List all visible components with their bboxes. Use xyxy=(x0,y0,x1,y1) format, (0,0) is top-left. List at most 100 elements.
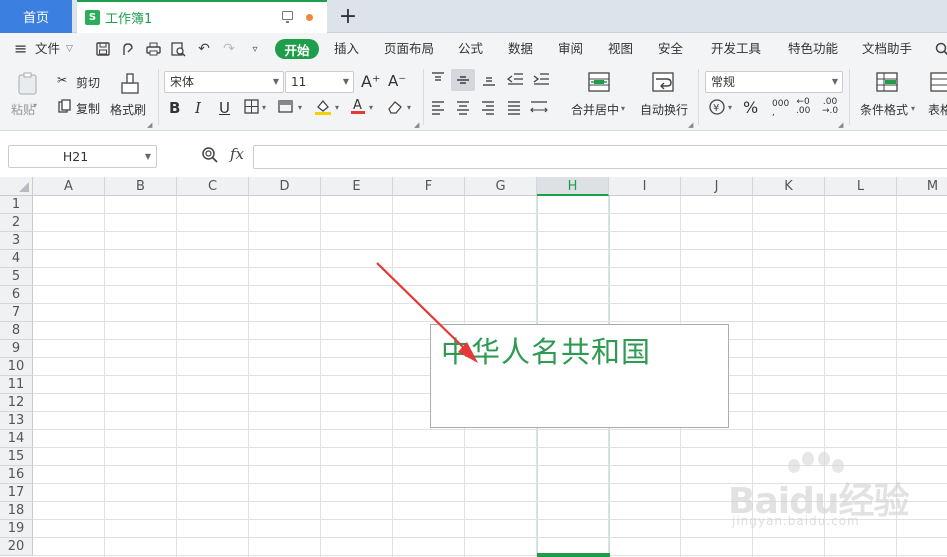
cut-button[interactable]: 剪切 xyxy=(76,74,100,91)
merge-center-chevron-icon[interactable]: ▾ xyxy=(621,104,625,113)
tab-developer[interactable]: 开发工具 xyxy=(711,33,761,65)
column-header-b[interactable]: B xyxy=(105,177,177,196)
document-tab[interactable]: S 工作簿1 xyxy=(77,0,327,33)
column-header-h[interactable]: H xyxy=(537,177,609,196)
column-header-g[interactable]: G xyxy=(465,177,537,196)
row-header-20[interactable]: 20 xyxy=(0,538,33,556)
row-header-16[interactable]: 16 xyxy=(0,466,33,484)
chevron-down-icon[interactable]: ▽ xyxy=(66,33,73,65)
cell-style-icon[interactable] xyxy=(278,99,294,114)
align-center-icon[interactable] xyxy=(455,99,471,115)
increase-decimal-icon[interactable]: ←0.00 xyxy=(796,98,810,116)
tab-insert[interactable]: 插入 xyxy=(334,33,359,65)
row-header-17[interactable]: 17 xyxy=(0,484,33,502)
tab-security[interactable]: 安全 xyxy=(658,33,683,65)
monitor-icon[interactable] xyxy=(282,11,293,23)
increase-indent-icon[interactable] xyxy=(533,71,550,87)
tab-start[interactable]: 开始 xyxy=(275,39,319,59)
clipboard-dialog-launcher-icon[interactable]: ◢ xyxy=(147,121,152,129)
new-tab-button[interactable]: + xyxy=(336,2,360,30)
tab-document-assistant[interactable]: 文档助手 xyxy=(862,33,912,65)
row-header-18[interactable]: 18 xyxy=(0,502,33,520)
fill-color-icon[interactable] xyxy=(314,98,332,116)
column-header-c[interactable]: C xyxy=(177,177,249,196)
paste-label[interactable]: 粘贴 xyxy=(11,101,35,118)
row-header-9[interactable]: 9 xyxy=(0,340,33,358)
alignment-dialog-launcher-icon[interactable]: ◢ xyxy=(688,121,693,129)
clear-format-icon[interactable] xyxy=(387,99,403,114)
thousands-separator-icon[interactable]: 000, xyxy=(772,100,789,118)
increase-font-size-button[interactable]: A⁺ xyxy=(361,72,380,91)
fill-color-chevron-icon[interactable]: ▾ xyxy=(335,103,339,112)
print-preview-icon[interactable] xyxy=(170,40,186,58)
row-header-5[interactable]: 5 xyxy=(0,268,33,286)
font-dialog-launcher-icon[interactable]: ◢ xyxy=(414,121,419,129)
file-menu[interactable]: 文件 xyxy=(35,33,60,65)
borders-chevron-icon[interactable]: ▾ xyxy=(262,103,266,112)
justify-icon[interactable] xyxy=(506,99,522,115)
font-name-select[interactable]: 宋体 ▼ xyxy=(164,71,284,93)
underline-button[interactable]: U xyxy=(219,99,230,117)
currency-icon[interactable]: ¥ xyxy=(709,99,725,115)
distributed-align-icon[interactable] xyxy=(530,99,548,115)
number-dialog-launcher-icon[interactable]: ◢ xyxy=(838,121,843,129)
formula-input[interactable] xyxy=(253,145,947,169)
zoom-formula-icon[interactable] xyxy=(201,146,219,164)
row-header-7[interactable]: 7 xyxy=(0,304,33,322)
merge-center-button[interactable]: 合并居中 xyxy=(571,101,619,118)
tab-data[interactable]: 数据 xyxy=(508,33,533,65)
column-header-k[interactable]: K xyxy=(753,177,825,196)
insert-function-button[interactable]: fx xyxy=(230,145,244,163)
currency-chevron-icon[interactable]: ▾ xyxy=(728,103,732,112)
column-header-f[interactable]: F xyxy=(393,177,465,196)
conditional-format-chevron-icon[interactable]: ▾ xyxy=(911,104,915,113)
text-box[interactable]: 中华人名共和国 xyxy=(430,324,729,428)
italic-button[interactable]: I xyxy=(195,99,201,117)
row-header-2[interactable]: 2 xyxy=(0,214,33,232)
format-painter-button[interactable]: 格式刷 xyxy=(110,101,146,118)
row-header-15[interactable]: 15 xyxy=(0,448,33,466)
row-header-6[interactable]: 6 xyxy=(0,286,33,304)
font-color-icon[interactable]: A xyxy=(350,97,366,115)
decrease-decimal-icon[interactable]: .00 →.0 xyxy=(822,98,838,116)
align-right-icon[interactable] xyxy=(480,99,496,115)
conditional-format-button[interactable]: 条件格式 xyxy=(860,101,908,118)
print-icon[interactable] xyxy=(145,40,161,58)
column-header-a[interactable]: A xyxy=(33,177,105,196)
row-header-10[interactable]: 10 xyxy=(0,358,33,376)
column-header-e[interactable]: E xyxy=(321,177,393,196)
paste-icon[interactable] xyxy=(17,72,39,95)
column-header-d[interactable]: D xyxy=(249,177,321,196)
column-header-m[interactable]: M xyxy=(897,177,947,196)
align-top-icon[interactable] xyxy=(430,71,446,87)
row-header-11[interactable]: 11 xyxy=(0,376,33,394)
select-all-corner[interactable] xyxy=(0,177,33,196)
redo-icon[interactable]: ↷ xyxy=(221,40,237,58)
percent-button[interactable]: % xyxy=(743,98,758,117)
conditional-format-icon[interactable] xyxy=(876,71,898,93)
table-style-button[interactable]: 表格 xyxy=(928,101,947,118)
row-header-14[interactable]: 14 xyxy=(0,430,33,448)
decrease-font-size-button[interactable]: A⁻ xyxy=(388,72,406,90)
tab-review[interactable]: 审阅 xyxy=(558,33,583,65)
number-format-select[interactable]: 常规 ▼ xyxy=(705,71,843,93)
tab-view[interactable]: 视图 xyxy=(608,33,633,65)
align-left-icon[interactable] xyxy=(430,99,446,115)
search-icon[interactable] xyxy=(934,40,947,58)
format-painter-icon[interactable] xyxy=(119,72,141,94)
row-header-19[interactable]: 19 xyxy=(0,520,33,538)
font-size-select[interactable]: 11 ▼ xyxy=(285,71,354,93)
align-middle-icon[interactable] xyxy=(451,69,475,91)
name-box[interactable]: H21 ▼ xyxy=(8,145,157,168)
auto-wrap-button[interactable]: 自动换行 xyxy=(640,101,688,118)
copy-icon[interactable] xyxy=(58,99,71,113)
row-header-4[interactable]: 4 xyxy=(0,250,33,268)
merge-center-icon[interactable] xyxy=(588,71,610,93)
borders-icon[interactable] xyxy=(244,99,259,114)
column-header-i[interactable]: I xyxy=(609,177,681,196)
tab-special-features[interactable]: 特色功能 xyxy=(788,33,838,65)
clear-format-chevron-icon[interactable]: ▾ xyxy=(407,103,411,112)
row-header-13[interactable]: 13 xyxy=(0,412,33,430)
text-box-content[interactable]: 中华人名共和国 xyxy=(441,329,651,371)
tab-page-layout[interactable]: 页面布局 xyxy=(384,33,434,65)
